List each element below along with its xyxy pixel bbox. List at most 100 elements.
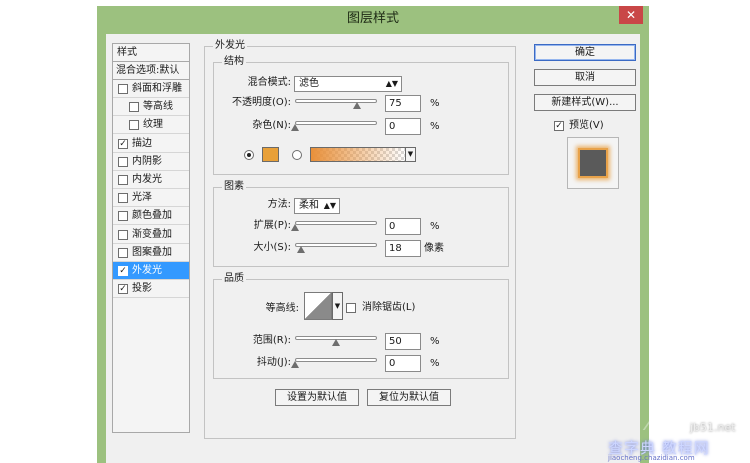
style-item-checkbox[interactable]: ✓ xyxy=(118,284,128,295)
style-item-label: 内阴影 xyxy=(132,155,162,167)
gradient-dropdown-icon[interactable]: ▼ xyxy=(405,147,416,162)
structure-title: 结构 xyxy=(222,56,246,68)
range-unit: % xyxy=(430,336,440,347)
style-item[interactable]: 等高线 xyxy=(113,98,189,117)
glow-color-swatch[interactable] xyxy=(262,147,279,162)
size-unit: 像素 xyxy=(424,243,444,254)
gradient-radio[interactable] xyxy=(292,150,302,160)
technique-label: 方法: xyxy=(267,199,291,210)
close-button[interactable]: ✕ xyxy=(619,6,643,24)
blend-options-item[interactable]: 混合选项:默认 xyxy=(113,62,189,80)
jitter-slider[interactable] xyxy=(295,358,377,362)
style-item[interactable]: ✓ 外发光 xyxy=(113,262,189,280)
new-style-button[interactable]: 新建样式(W)... xyxy=(534,94,636,111)
jitter-unit: % xyxy=(430,358,440,369)
style-item[interactable]: 内发光 xyxy=(113,171,189,189)
style-item-checkbox[interactable] xyxy=(118,175,128,185)
spread-slider[interactable] xyxy=(295,221,377,225)
structure-group: 结构 混合模式: 滤色 ▲▼ 不透明度(O): 75 % 杂色(N): 0 % xyxy=(213,56,509,175)
opacity-input[interactable]: 75 xyxy=(385,95,421,112)
opacity-label: 不透明度(O): xyxy=(231,97,291,108)
make-default-button[interactable]: 设置为默认值 xyxy=(275,389,359,406)
style-preview xyxy=(567,137,619,189)
spread-slider-thumb[interactable] xyxy=(291,224,299,231)
range-input[interactable]: 50 xyxy=(385,333,421,350)
opacity-slider[interactable] xyxy=(295,99,377,103)
ok-button[interactable]: 确定 xyxy=(534,44,636,61)
contour-label: 等高线: xyxy=(265,303,299,314)
spread-unit: % xyxy=(430,221,440,232)
spread-input[interactable]: 0 xyxy=(385,218,421,235)
elements-title: 图素 xyxy=(222,181,246,193)
blend-mode-value: 滤色 xyxy=(299,78,319,89)
opacity-slider-thumb[interactable] xyxy=(352,102,361,109)
window-title: 图层样式 xyxy=(346,11,399,26)
style-item[interactable]: 图案叠加 xyxy=(113,244,189,262)
reset-default-button[interactable]: 复位为默认值 xyxy=(367,389,451,406)
outer-glow-panel: 外发光 结构 混合模式: 滤色 ▲▼ 不透明度(O): 75 % 杂色(N): … xyxy=(204,40,516,439)
noise-slider-thumb[interactable] xyxy=(291,124,299,131)
size-slider[interactable] xyxy=(295,243,377,247)
style-item-checkbox[interactable]: ✓ xyxy=(118,138,128,149)
range-slider-thumb[interactable] xyxy=(332,339,340,346)
cancel-button[interactable]: 取消 xyxy=(534,69,636,86)
style-item-checkbox[interactable] xyxy=(118,229,128,240)
technique-select[interactable]: 柔和 ▲▼ xyxy=(294,198,340,214)
range-label: 范围(R): xyxy=(252,335,291,346)
style-item-checkbox[interactable] xyxy=(118,84,128,94)
style-item-label: 描边 xyxy=(132,137,152,149)
styles-list: 样式 混合选项:默认 斜面和浮雕等高线纹理 ✓ 描边内阴影内发光 光泽颜色叠加渐变叠加… xyxy=(112,43,190,433)
preview-label: 预览(V) xyxy=(569,120,604,131)
select-arrow-icon: ▲▼ xyxy=(385,79,398,88)
style-item-checkbox[interactable]: ✓ xyxy=(118,266,128,276)
blend-mode-label: 混合模式: xyxy=(247,77,291,88)
spread-label: 扩展(P): xyxy=(253,220,291,231)
style-item-checkbox[interactable] xyxy=(118,247,128,258)
style-item-label: 外发光 xyxy=(132,265,162,276)
elements-group: 图素 方法: 柔和 ▲▼ 扩展(P): 0 % 大小(S): 18 像素 xyxy=(213,181,509,267)
style-item-checkbox[interactable] xyxy=(129,120,139,131)
noise-input[interactable]: 0 xyxy=(385,118,421,135)
dialog-body: 样式 混合选项:默认 斜面和浮雕等高线纹理 ✓ 描边内阴影内发光 光泽颜色叠加渐变叠加… xyxy=(106,34,640,463)
dialog-window: 图层样式 ✕ 样式 混合选项:默认 斜面和浮雕等高线纹理 ✓ 描边内阴影内发光 光泽颜… xyxy=(97,6,649,463)
technique-value: 柔和 xyxy=(299,200,319,211)
jitter-label: 抖动(J): xyxy=(256,357,291,368)
jitter-input[interactable]: 0 xyxy=(385,355,421,372)
style-item-label: 渐变叠加 xyxy=(132,228,172,240)
contour-picker[interactable] xyxy=(304,292,332,320)
close-icon: ✕ xyxy=(625,8,637,22)
style-item-checkbox[interactable] xyxy=(118,156,128,167)
quality-group: 品质 等高线: ▼ 消除锯齿(L) 范围(R): 50 % 抖动(J): 0 % xyxy=(213,273,509,379)
preview-thumbnail xyxy=(578,148,608,178)
style-item[interactable]: 颜色叠加 xyxy=(113,207,189,226)
style-item[interactable]: ✓ 投影 xyxy=(113,280,189,299)
opacity-unit: % xyxy=(430,98,440,109)
glow-gradient-picker[interactable] xyxy=(310,147,406,162)
antialias-checkbox[interactable] xyxy=(346,303,356,313)
check-icon: ✓ xyxy=(555,121,563,131)
style-item[interactable]: ✓ 描边 xyxy=(113,135,189,153)
contour-dropdown-icon[interactable]: ▼ xyxy=(332,292,343,320)
styles-list-header[interactable]: 样式 xyxy=(113,44,189,62)
style-item-label: 等高线 xyxy=(143,101,173,113)
style-item-label: 颜色叠加 xyxy=(132,210,172,222)
select-arrow-icon: ▲▼ xyxy=(323,201,336,210)
style-item-checkbox[interactable] xyxy=(118,193,128,204)
style-item-label: 斜面和浮雕 xyxy=(132,83,182,94)
style-item[interactable]: 光泽 xyxy=(113,189,189,208)
blend-mode-select[interactable]: 滤色 ▲▼ xyxy=(294,76,402,92)
size-input[interactable]: 18 xyxy=(385,240,421,257)
watermark-site: jb51.net xyxy=(690,421,736,434)
style-item[interactable]: 斜面和浮雕 xyxy=(113,80,189,98)
size-slider-thumb[interactable] xyxy=(296,246,305,253)
solid-color-radio[interactable] xyxy=(244,150,254,160)
style-item[interactable]: 内阴影 xyxy=(113,153,189,171)
style-item[interactable]: 纹理 xyxy=(113,116,189,135)
style-item-checkbox[interactable] xyxy=(118,211,128,222)
noise-slider[interactable] xyxy=(295,121,377,125)
style-item-checkbox[interactable] xyxy=(129,102,139,113)
style-item[interactable]: 渐变叠加 xyxy=(113,226,189,244)
noise-unit: % xyxy=(430,121,440,132)
jitter-slider-thumb[interactable] xyxy=(291,361,299,368)
preview-checkbox[interactable]: ✓ xyxy=(554,121,564,131)
